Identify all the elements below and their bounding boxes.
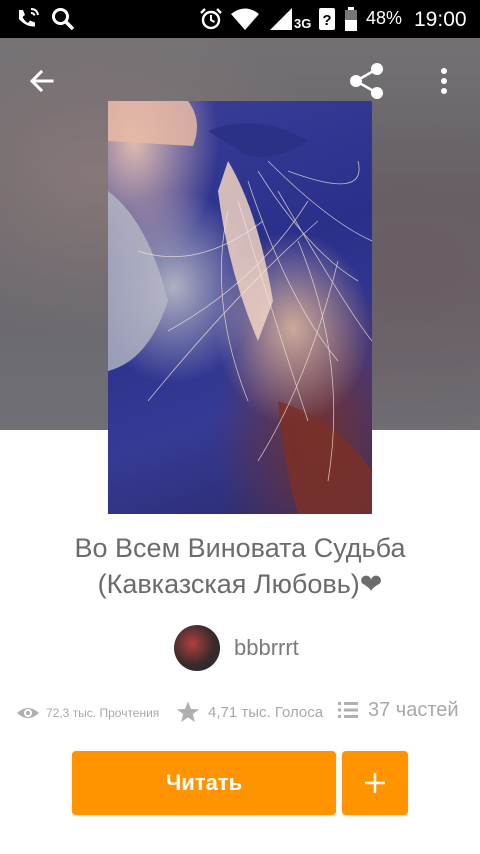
read-button-label: Читать <box>165 770 243 795</box>
plus-icon <box>365 773 385 793</box>
share-button[interactable] <box>346 60 388 102</box>
author-name[interactable]: bbbrrrt <box>234 635 299 661</box>
network-type: 3G <box>294 16 312 31</box>
add-to-library-button[interactable] <box>342 751 408 815</box>
story-stats: 72,3 тыс. Прочтения 4,71 тыс. Голоса 37 … <box>0 698 480 728</box>
avatar[interactable] <box>174 625 220 671</box>
svg-text:?: ? <box>322 12 331 29</box>
wifi-icon <box>230 6 260 37</box>
story-cover-image[interactable] <box>108 101 372 514</box>
votes-count: 4,71 тыс. Голоса <box>208 703 324 721</box>
list-icon <box>338 702 358 718</box>
signal-icon <box>268 6 294 37</box>
author-row[interactable]: bbbrrrt <box>174 625 299 671</box>
reads-count: 72,3 тыс. Прочтения <box>46 706 160 720</box>
clock: 19:00 <box>414 8 467 31</box>
read-button[interactable]: Читать <box>72 751 336 815</box>
parts-count: 37 частей <box>368 698 459 721</box>
back-button[interactable] <box>24 62 62 100</box>
parts-stat: 37 частей <box>336 698 459 722</box>
story-title-line2: (Кавказская Любовь)❤ <box>97 569 383 599</box>
star-icon <box>177 701 199 722</box>
eye-icon <box>17 708 39 718</box>
search-icon <box>50 6 76 37</box>
phone-wifi-icon <box>14 6 40 37</box>
more-vert-icon <box>441 68 447 94</box>
unknown-sim-icon: ? <box>318 6 336 37</box>
votes-stat: 4,71 тыс. Голоса <box>176 700 323 724</box>
back-arrow-icon <box>29 69 54 93</box>
alarm-icon <box>198 6 224 37</box>
story-title: Во Всем Виновата Судьба (Кавказская Любо… <box>0 530 480 602</box>
reads-stat: 72,3 тыс. Прочтения <box>16 701 159 725</box>
share-icon <box>350 63 383 99</box>
battery-icon <box>344 6 358 37</box>
more-options-button[interactable] <box>432 64 456 98</box>
cover-artwork <box>108 101 372 514</box>
battery-percent: 48% <box>366 8 403 28</box>
story-title-line1: Во Всем Виновата Судьба <box>74 533 406 563</box>
status-bar: 3G ? 48% 19:00 <box>0 0 480 38</box>
